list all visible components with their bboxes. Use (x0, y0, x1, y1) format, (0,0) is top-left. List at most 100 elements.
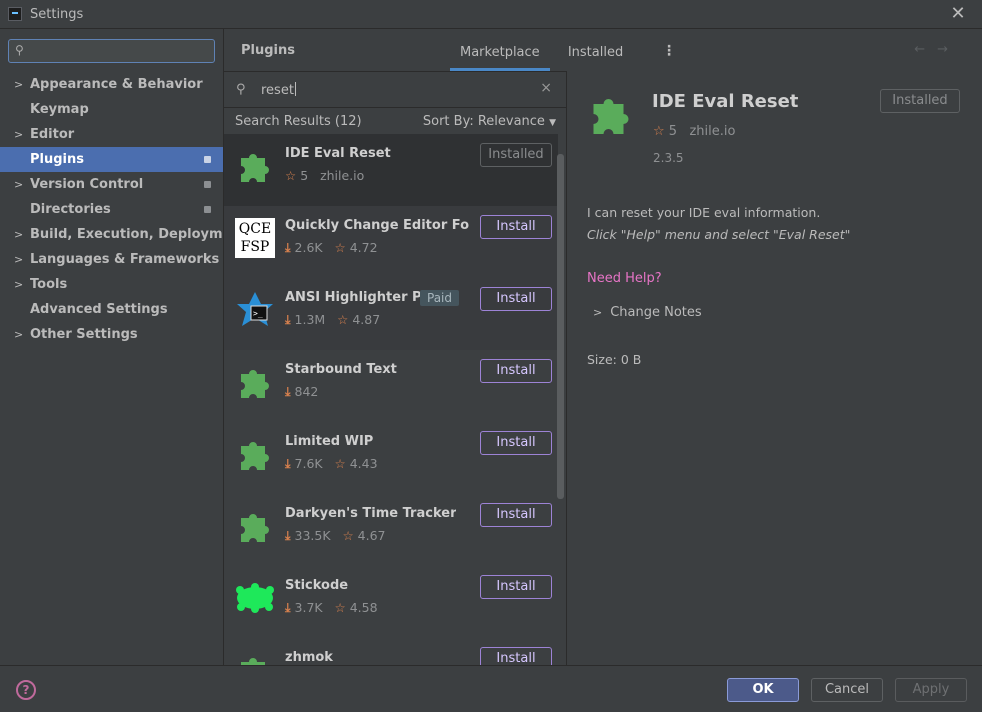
sidebar-item-version-control[interactable]: > Version Control (0, 172, 223, 197)
window-title: Settings (30, 7, 84, 22)
sidebar-item-directories[interactable]: Directories (0, 197, 223, 222)
plugin-list-item[interactable]: IDE Eval Reset ☆ 5 zhile.io Installed (224, 134, 558, 206)
forward-arrow-icon[interactable]: → (937, 42, 960, 57)
plugin-meta: ⤓ 3.7K ☆ 4.58 (285, 600, 378, 616)
chevron-right-icon[interactable]: > (14, 272, 23, 297)
results-scrollbar[interactable] (557, 154, 564, 499)
star-icon: ☆ (337, 312, 349, 327)
vendor-name: zhile.io (320, 168, 365, 183)
plugin-name: Starbound Text (285, 362, 397, 377)
project-level-icon (204, 206, 211, 213)
vendor-link[interactable]: zhile.io (689, 124, 735, 139)
download-icon: ⤓ (285, 384, 291, 399)
search-icon: ⚲ (15, 43, 24, 57)
star-icon: ☆ (334, 456, 346, 471)
sidebar-item-label: Tools (30, 277, 68, 292)
sidebar-item-editor[interactable]: > Editor (0, 122, 223, 147)
change-notes-toggle[interactable]: > Change Notes (593, 305, 702, 320)
plugin-description: I can reset your IDE eval information. (587, 205, 821, 220)
plugin-list-item[interactable]: zhmok Install (224, 638, 558, 666)
help-icon[interactable]: ? (16, 680, 36, 700)
dialog-footer: ? OK Cancel Apply (0, 665, 982, 712)
sidebar-item-label: Directories (30, 202, 111, 217)
sidebar-item-appearance-behavior[interactable]: > Appearance & Behavior (0, 72, 223, 97)
settings-tree: > Appearance & Behavior Keymap > Editor Plugi… (0, 72, 247, 347)
ok-button[interactable]: OK (727, 678, 799, 702)
chevron-right-icon[interactable]: > (14, 122, 23, 147)
tab-installed[interactable]: Installed (558, 39, 633, 71)
rating-value: 4.67 (357, 528, 386, 543)
apply-button[interactable]: Apply (895, 678, 967, 702)
plugin-list-item[interactable]: Stickode ⤓ 3.7K ☆ 4.58 Install (224, 566, 558, 638)
sidebar-item-label: Advanced Settings (30, 302, 168, 317)
sort-label[interactable]: Sort By: Relevance (423, 114, 545, 129)
install-button[interactable]: Install (480, 503, 552, 527)
download-count: 842 (294, 384, 319, 399)
more-options-icon[interactable]: ⋮ (662, 43, 676, 59)
ansi-logo: >_ (235, 290, 275, 330)
sidebar-item-label: Keymap (30, 102, 89, 117)
chevron-right-icon[interactable]: > (14, 322, 23, 347)
download-icon: ⤓ (285, 240, 291, 255)
cancel-button[interactable]: Cancel (811, 678, 883, 702)
rating-value: 4.72 (349, 240, 378, 255)
install-button[interactable]: Install (480, 287, 552, 311)
search-query[interactable]: reset (261, 82, 296, 98)
plugin-list-item[interactable]: QCE FSP Quickly Change Editor Font ... ⤓ 2.… (224, 206, 558, 278)
star-icon: ☆ (653, 124, 665, 139)
sidebar-item-advanced-settings[interactable]: Advanced Settings (0, 297, 223, 322)
qce-fsp-logo: QCE FSP (235, 218, 275, 258)
sidebar-item-label: Languages & Frameworks (30, 252, 220, 267)
change-notes-label[interactable]: Change Notes (610, 305, 701, 320)
chevron-down-icon: ▼ (549, 118, 556, 128)
page-title: Plugins (241, 43, 295, 58)
install-button[interactable]: Install (480, 215, 552, 239)
plugin-list-item[interactable]: Darkyen's Time Tracker ⤓ 33.5K ☆ 4.67 Inst… (224, 494, 558, 566)
chevron-right-icon[interactable]: > (14, 172, 23, 197)
download-count: 7.6K (294, 456, 323, 471)
sidebar-item-languages-frameworks[interactable]: > Languages & Frameworks (0, 247, 223, 272)
sidebar-item-plugins[interactable]: Plugins (0, 147, 223, 172)
tab-marketplace[interactable]: Marketplace (450, 39, 550, 71)
download-icon: ⤓ (285, 312, 291, 327)
star-icon: ☆ (342, 528, 354, 543)
plugin-name: Stickode (285, 578, 349, 593)
sidebar-item-tools[interactable]: > Tools (0, 272, 223, 297)
install-button[interactable]: Install (480, 431, 552, 455)
clear-search-icon[interactable]: × (540, 80, 552, 96)
plugin-list-item[interactable]: Limited WIP ⤓ 7.6K ☆ 4.43 Install (224, 422, 558, 494)
chevron-right-icon[interactable]: > (14, 222, 23, 247)
puzzle-icon (235, 434, 275, 474)
install-button[interactable]: Install (480, 575, 552, 599)
sidebar-item-other-settings[interactable]: > Other Settings (0, 322, 223, 347)
rating-value: 4.87 (352, 312, 381, 327)
back-arrow-icon[interactable]: ← (914, 42, 937, 57)
search-results-panel: ⚲ reset × Search Results (12) Sort By: R… (224, 71, 567, 666)
installed-button[interactable]: Installed (880, 89, 960, 113)
chevron-right-icon[interactable]: > (14, 247, 23, 272)
chevron-right-icon[interactable]: > (14, 72, 23, 97)
plugin-title: IDE Eval Reset (652, 91, 799, 112)
plugin-name: ANSI Highlighter P... (285, 290, 434, 305)
sidebar-item-build-execution-deployment[interactable]: > Build, Execution, Deployment (0, 222, 247, 247)
install-button[interactable]: Install (480, 647, 552, 666)
plugin-meta: ⤓ 33.5K ☆ 4.67 (285, 528, 386, 544)
installed-button[interactable]: Installed (480, 143, 552, 167)
plugin-search-input[interactable]: ⚲ reset × (224, 72, 566, 108)
rating-value: 5 (300, 168, 309, 183)
sort-dropdown[interactable]: Sort By: Relevance ▼ (423, 109, 556, 136)
need-help-link[interactable]: Need Help? (587, 271, 662, 286)
project-level-icon (204, 156, 211, 163)
close-icon[interactable]: ✕ (948, 4, 968, 24)
sidebar-item-label: Build, Execution, Deployment (30, 227, 247, 242)
install-button[interactable]: Install (480, 359, 552, 383)
rating-value: 4.58 (349, 600, 378, 615)
plugin-list-item[interactable]: Starbound Text ⤓ 842 Install (224, 350, 558, 422)
puzzle-icon (235, 506, 275, 546)
plugin-list-item[interactable]: >_ ANSI Highlighter P... Paid ⤓ 1.3M ☆ 4.87… (224, 278, 558, 350)
plugin-version: 2.3.5 (653, 151, 684, 165)
sidebar-item-keymap[interactable]: Keymap (0, 97, 223, 122)
plugin-name: Limited WIP (285, 434, 374, 449)
puzzle-icon (593, 99, 629, 134)
settings-search-input[interactable]: ⚲ (8, 39, 215, 63)
